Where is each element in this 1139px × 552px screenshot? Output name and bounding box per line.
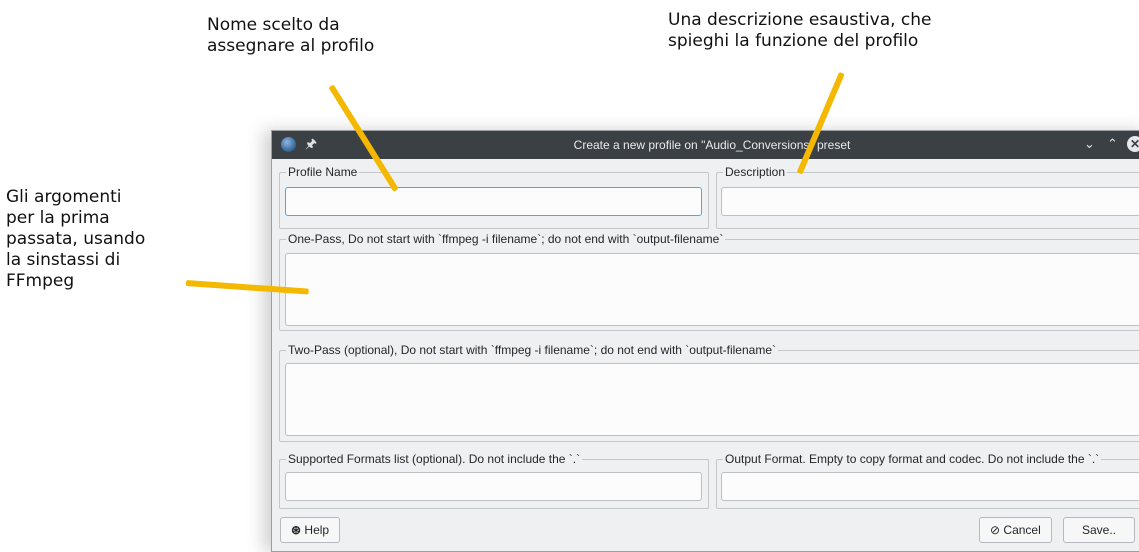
- maximize-chevron-up-icon[interactable]: ⌃: [1107, 136, 1118, 152]
- cancel-button-label: Cancel: [1003, 523, 1041, 537]
- one-pass-textarea[interactable]: [285, 253, 1139, 326]
- profile-name-input[interactable]: [285, 187, 702, 216]
- help-button-label: Help: [304, 523, 330, 537]
- two-pass-textarea[interactable]: [285, 363, 1139, 436]
- annotation-profile-name: Nome scelto da assegnare al profilo: [207, 15, 375, 56]
- supported-formats-input[interactable]: [285, 472, 702, 501]
- save-button-label: Save..: [1081, 523, 1117, 537]
- annotation-arguments: Gli argomenti per la prima passata, usan…: [6, 187, 146, 291]
- title-bar: 🖈 Create a new profile on "Audio_Convers…: [272, 131, 1139, 159]
- output-format-input[interactable]: [721, 472, 1139, 501]
- close-icon[interactable]: ✕: [1127, 136, 1139, 152]
- annotation-description: Una descrizione esaustiva, che spieghi l…: [668, 10, 932, 51]
- lifebuoy-icon: ⊛: [291, 523, 302, 537]
- description-label: Description: [723, 165, 788, 179]
- description-input[interactable]: [721, 187, 1139, 216]
- cancel-icon: ⊘: [990, 523, 1001, 537]
- save-button[interactable]: Save..: [1063, 517, 1135, 543]
- cancel-button[interactable]: ⊘ Cancel: [979, 517, 1052, 543]
- two-pass-label: Two-Pass (optional), Do not start with `…: [286, 343, 778, 357]
- output-format-label: Output Format. Empty to copy format and …: [723, 452, 1102, 466]
- supported-formats-label: Supported Formats list (optional). Do no…: [286, 452, 583, 466]
- create-profile-dialog: 🖈 Create a new profile on "Audio_Convers…: [271, 130, 1139, 552]
- help-button[interactable]: ⊛ Help: [280, 517, 341, 543]
- minimize-chevron-down-icon[interactable]: ⌄: [1084, 136, 1095, 152]
- profile-name-label: Profile Name: [286, 165, 360, 179]
- one-pass-label: One-Pass, Do not start with `ffmpeg -i f…: [286, 232, 726, 246]
- window-title: Create a new profile on "Audio_Conversio…: [573, 138, 851, 152]
